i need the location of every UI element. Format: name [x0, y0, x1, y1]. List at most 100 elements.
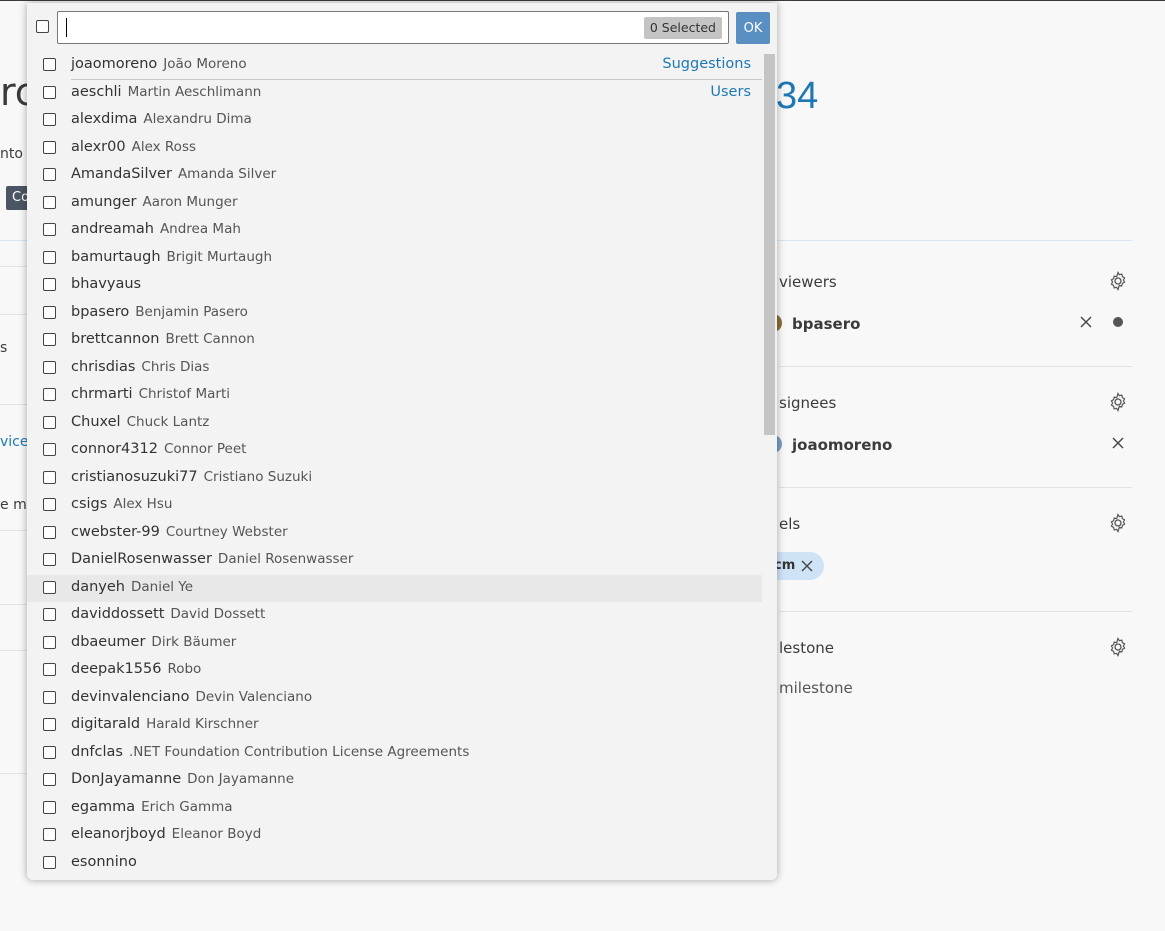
- quick-pick-input[interactable]: [70, 16, 634, 41]
- list-item[interactable]: alexr00 Alex Ross: [27, 135, 762, 162]
- user-checkbox[interactable]: [43, 141, 56, 154]
- list-item[interactable]: chrisdias Chris Dias: [27, 355, 762, 382]
- user-checkbox[interactable]: [43, 581, 56, 594]
- list-item[interactable]: bhavyaus: [27, 272, 762, 299]
- user-checkbox[interactable]: [43, 498, 56, 511]
- list-item[interactable]: cristianosuzuki77 Cristiano Suzuki: [27, 465, 762, 492]
- issue-number[interactable]: 34: [776, 75, 818, 118]
- user-checkbox[interactable]: [43, 856, 56, 869]
- list-item[interactable]: eleanorjboyd Eleanor Boyd: [27, 822, 762, 849]
- user-label: bpasero Benjamin Pasero: [71, 304, 248, 320]
- list-item[interactable]: DanielRosenwasser Daniel Rosenwasser: [27, 547, 762, 574]
- ok-button[interactable]: OK: [736, 12, 770, 44]
- list-item[interactable]: chrmarti Christof Marti: [27, 382, 762, 409]
- divider: [779, 366, 1132, 367]
- user-full-name: Alex Ross: [131, 139, 197, 155]
- user-login: eleanorjboyd: [71, 826, 166, 842]
- divider: [0, 773, 30, 774]
- list-item[interactable]: csigs Alex Hsu: [27, 492, 762, 519]
- user-checkbox[interactable]: [43, 278, 56, 291]
- list-item[interactable]: daviddossett David Dossett: [27, 602, 762, 629]
- user-checkbox[interactable]: [43, 361, 56, 374]
- quick-pick-input-box[interactable]: 0 Selected: [57, 11, 729, 44]
- user-checkbox[interactable]: [43, 526, 56, 539]
- user-checkbox[interactable]: [43, 828, 56, 841]
- list-item[interactable]: cwebster-99 Courtney Webster: [27, 520, 762, 547]
- user-checkbox[interactable]: [43, 113, 56, 126]
- user-checkbox[interactable]: [43, 663, 56, 676]
- user-login: dbaeumer: [71, 634, 146, 650]
- assignee-name[interactable]: joaomoreno: [792, 436, 892, 454]
- user-label: csigs Alex Hsu: [71, 496, 172, 512]
- gear-icon[interactable]: [1108, 271, 1128, 291]
- user-checkbox[interactable]: [43, 471, 56, 484]
- user-checkbox[interactable]: [43, 168, 56, 181]
- close-icon[interactable]: [1111, 436, 1125, 450]
- user-checkbox[interactable]: [43, 251, 56, 264]
- close-icon[interactable]: [1079, 315, 1093, 329]
- list-item[interactable]: dnfclas .NET Foundation Contribution Lice…: [27, 740, 762, 767]
- list-item[interactable]: connor4312 Connor Peet: [27, 437, 762, 464]
- user-full-name: Daniel Rosenwasser: [217, 551, 354, 567]
- gear-icon[interactable]: [1108, 637, 1128, 657]
- gear-icon[interactable]: [1108, 392, 1128, 412]
- user-checkbox[interactable]: [43, 636, 56, 649]
- reviewers-heading: viewers: [779, 273, 837, 291]
- user-checkbox[interactable]: [43, 746, 56, 759]
- list-item[interactable]: dbaeumer Dirk Bäumer: [27, 630, 762, 657]
- list-item[interactable]: alexdima Alexandru Dima: [27, 107, 762, 134]
- list-item[interactable]: brettcannon Brett Cannon: [27, 327, 762, 354]
- user-checkbox[interactable]: [43, 388, 56, 401]
- list-item[interactable]: aeschli Martin Aeschlimann Users: [27, 80, 762, 107]
- user-login: alexdima: [71, 111, 138, 127]
- user-label: cwebster-99 Courtney Webster: [71, 524, 288, 540]
- user-checkbox[interactable]: [43, 443, 56, 456]
- user-label: DanielRosenwasser Daniel Rosenwasser: [71, 551, 353, 567]
- user-label: deepak1556 Robo: [71, 661, 201, 677]
- user-checkbox[interactable]: [43, 86, 56, 99]
- user-checkbox[interactable]: [43, 196, 56, 209]
- user-label: dbaeumer Dirk Bäumer: [71, 634, 236, 650]
- select-all-checkbox[interactable]: [36, 20, 49, 33]
- user-full-name: Devin Valenciano: [195, 689, 313, 705]
- user-checkbox[interactable]: [43, 333, 56, 346]
- list-item[interactable]: amunger Aaron Munger: [27, 190, 762, 217]
- user-label: AmandaSilver Amanda Silver: [71, 166, 276, 182]
- list-item[interactable]: digitarald Harald Kirschner: [27, 712, 762, 739]
- timeline-link-fragment[interactable]: vice: [0, 434, 29, 450]
- user-checkbox[interactable]: [43, 416, 56, 429]
- list-item[interactable]: AmandaSilver Amanda Silver: [27, 162, 762, 189]
- list-item[interactable]: bpasero Benjamin Pasero: [27, 300, 762, 327]
- list-item[interactable]: danyeh Daniel Ye: [27, 575, 762, 602]
- list-item[interactable]: devinvalenciano Devin Valenciano: [27, 685, 762, 712]
- user-checkbox[interactable]: [43, 306, 56, 319]
- list-item[interactable]: deepak1556 Robo: [27, 657, 762, 684]
- user-checkbox[interactable]: [43, 608, 56, 621]
- user-checkbox[interactable]: [43, 718, 56, 731]
- user-login: andreamah: [71, 221, 154, 237]
- user-checkbox[interactable]: [43, 58, 56, 71]
- user-label: cristianosuzuki77 Cristiano Suzuki: [71, 469, 312, 485]
- user-full-name: Cristiano Suzuki: [203, 469, 313, 485]
- user-quick-pick: 0 Selected OK joaomoreno João Moreno Sugge…: [27, 3, 777, 880]
- list-item[interactable]: DonJayamanne Don Jayamanne: [27, 767, 762, 794]
- user-checkbox[interactable]: [43, 553, 56, 566]
- user-checkbox[interactable]: [43, 223, 56, 236]
- list-item[interactable]: bamurtaugh Brigit Murtaugh: [27, 245, 762, 272]
- user-checkbox[interactable]: [43, 801, 56, 814]
- list-item[interactable]: joaomoreno João Moreno Suggestions: [27, 52, 762, 80]
- user-login: amunger: [71, 194, 137, 210]
- gear-icon[interactable]: [1108, 513, 1128, 533]
- scrollbar-thumb[interactable]: [764, 54, 775, 435]
- list-item[interactable]: esonnino: [27, 850, 762, 877]
- user-checkbox[interactable]: [43, 773, 56, 786]
- close-icon[interactable]: [800, 559, 814, 573]
- list-item[interactable]: Chuxel Chuck Lantz: [27, 410, 762, 437]
- user-checkbox[interactable]: [43, 691, 56, 704]
- reviewer-name[interactable]: bpasero: [792, 315, 860, 333]
- user-full-name: Amanda Silver: [177, 166, 277, 182]
- list-item[interactable]: andreamah Andrea Mah: [27, 217, 762, 244]
- user-full-name: David Dossett: [170, 606, 266, 622]
- list-item[interactable]: egamma Erich Gamma: [27, 795, 762, 822]
- user-label: digitarald Harald Kirschner: [71, 716, 259, 732]
